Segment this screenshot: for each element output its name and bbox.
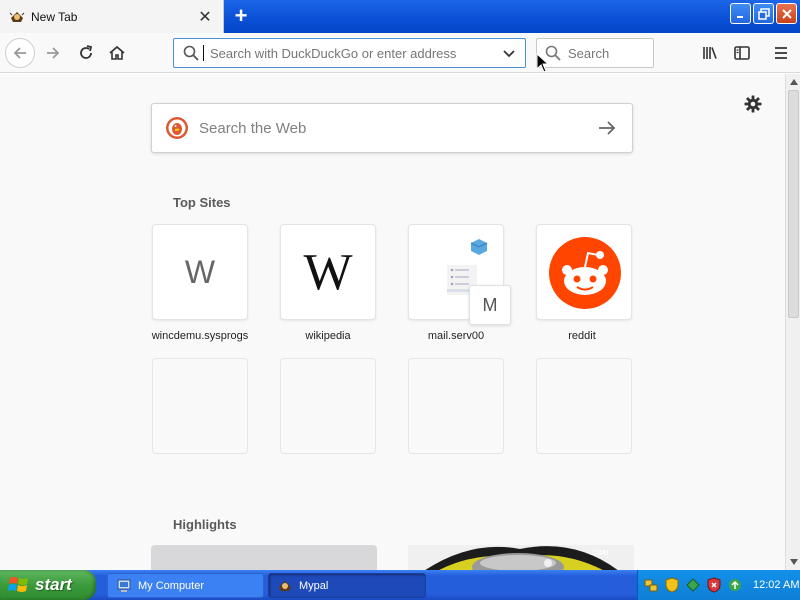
mouse-cursor-icon xyxy=(536,53,550,73)
triangle-down-icon xyxy=(789,559,798,565)
close-icon xyxy=(781,8,792,19)
arrow-left-icon xyxy=(13,47,26,59)
network-icon[interactable] xyxy=(643,577,659,593)
top-site-label: wikipedia xyxy=(305,330,351,342)
text-caret xyxy=(203,45,204,61)
menu-button[interactable] xyxy=(769,41,793,65)
triangle-up-icon xyxy=(789,79,798,85)
highlight-thumbnail: .COM xyxy=(425,546,618,570)
home-icon xyxy=(109,45,125,60)
empty-top-site-slot[interactable] xyxy=(536,358,632,454)
title-bar: New Tab ✕ + xyxy=(0,0,800,33)
top-site-tile[interactable] xyxy=(536,224,632,320)
mypal-icon xyxy=(9,11,25,22)
start-button[interactable]: start xyxy=(0,570,96,600)
window-controls xyxy=(730,3,797,24)
top-sites-heading: Top Sites xyxy=(173,195,231,210)
empty-top-site-slot[interactable] xyxy=(152,358,248,454)
hamburger-menu-icon xyxy=(775,47,787,59)
empty-top-site-slot[interactable] xyxy=(280,358,376,454)
minimize-button[interactable] xyxy=(730,3,751,24)
windows-flag-icon xyxy=(8,577,28,592)
restore-icon xyxy=(757,7,770,20)
new-tab-page: Search the Web Top Sites W wincdemu.sysp… xyxy=(0,74,785,570)
sidebar-icon xyxy=(734,46,750,60)
highlight-card[interactable] xyxy=(151,545,377,570)
reddit-icon xyxy=(549,237,621,309)
new-tab-button[interactable]: + xyxy=(229,5,253,29)
search-icon xyxy=(183,45,199,61)
minimize-icon xyxy=(736,15,743,18)
alert-shield-icon[interactable] xyxy=(706,577,722,593)
security-shield-icon[interactable] xyxy=(664,577,680,593)
arrow-right-icon[interactable] xyxy=(596,117,618,139)
tab-title: New Tab xyxy=(31,9,78,24)
web-search-box[interactable]: Search the Web xyxy=(151,103,633,153)
task-label: My Computer xyxy=(138,579,205,592)
mypal-icon xyxy=(279,580,291,591)
close-window-button[interactable] xyxy=(776,3,797,24)
highlights-heading: Highlights xyxy=(173,517,237,532)
top-site-tile[interactable]: W xyxy=(280,224,376,320)
scroll-down-button[interactable] xyxy=(787,555,800,569)
library-icon xyxy=(703,47,717,59)
home-button[interactable] xyxy=(102,38,132,68)
address-bar[interactable] xyxy=(173,38,526,68)
svg-text:.COM: .COM xyxy=(590,550,608,557)
reload-button[interactable] xyxy=(71,38,101,68)
scroll-up-button[interactable] xyxy=(787,75,800,89)
arrow-right-icon xyxy=(47,47,60,59)
system-tray: 12:02 AM xyxy=(637,570,800,600)
search-bar[interactable]: Search xyxy=(536,38,654,68)
site-letter-badge: M xyxy=(469,285,511,325)
tab-new-tab[interactable]: New Tab ✕ xyxy=(0,0,224,33)
sidebar-button[interactable] xyxy=(730,41,754,65)
device-icon[interactable] xyxy=(685,577,701,593)
back-button[interactable] xyxy=(5,38,35,68)
start-label: start xyxy=(35,575,72,594)
forward-button[interactable] xyxy=(38,38,68,68)
wikipedia-icon: W xyxy=(303,243,353,301)
search-placeholder: Search xyxy=(568,45,610,61)
scrollbar-thumb[interactable] xyxy=(788,90,799,318)
maximize-button[interactable] xyxy=(753,3,774,24)
update-icon[interactable] xyxy=(727,577,743,593)
top-site-tile[interactable]: W xyxy=(152,224,248,320)
top-site-label: wincdemu.sysprogs xyxy=(151,330,249,342)
taskbar: start My Computer Mypal 12:02 AM xyxy=(0,570,800,600)
top-site-tile[interactable]: M xyxy=(408,224,511,325)
taskbar-button-mypal[interactable]: Mypal xyxy=(268,573,426,598)
taskbar-button-my-computer[interactable]: My Computer xyxy=(107,573,264,598)
task-label: Mypal xyxy=(299,579,329,592)
navigation-toolbar: Search xyxy=(0,33,800,73)
highlight-card[interactable]: .COM xyxy=(408,545,634,570)
site-letter-icon: W xyxy=(184,253,216,290)
gear-icon[interactable] xyxy=(743,94,763,114)
top-site-label: reddit xyxy=(568,330,596,342)
clock: 12:02 AM xyxy=(753,579,800,591)
chevron-down-icon xyxy=(503,50,515,58)
address-input[interactable] xyxy=(210,45,497,61)
top-site-label: mail.serv00 xyxy=(427,330,485,342)
empty-top-site-slot[interactable] xyxy=(408,358,504,454)
tab-close-button[interactable]: ✕ xyxy=(195,7,215,27)
computer-icon xyxy=(117,579,131,592)
duckduckgo-icon xyxy=(166,117,188,139)
vertical-scrollbar[interactable] xyxy=(785,74,800,570)
library-button[interactable] xyxy=(698,41,722,65)
address-dropdown-button[interactable] xyxy=(497,41,521,65)
reload-icon xyxy=(80,45,93,59)
web-search-placeholder: Search the Web xyxy=(199,119,307,137)
